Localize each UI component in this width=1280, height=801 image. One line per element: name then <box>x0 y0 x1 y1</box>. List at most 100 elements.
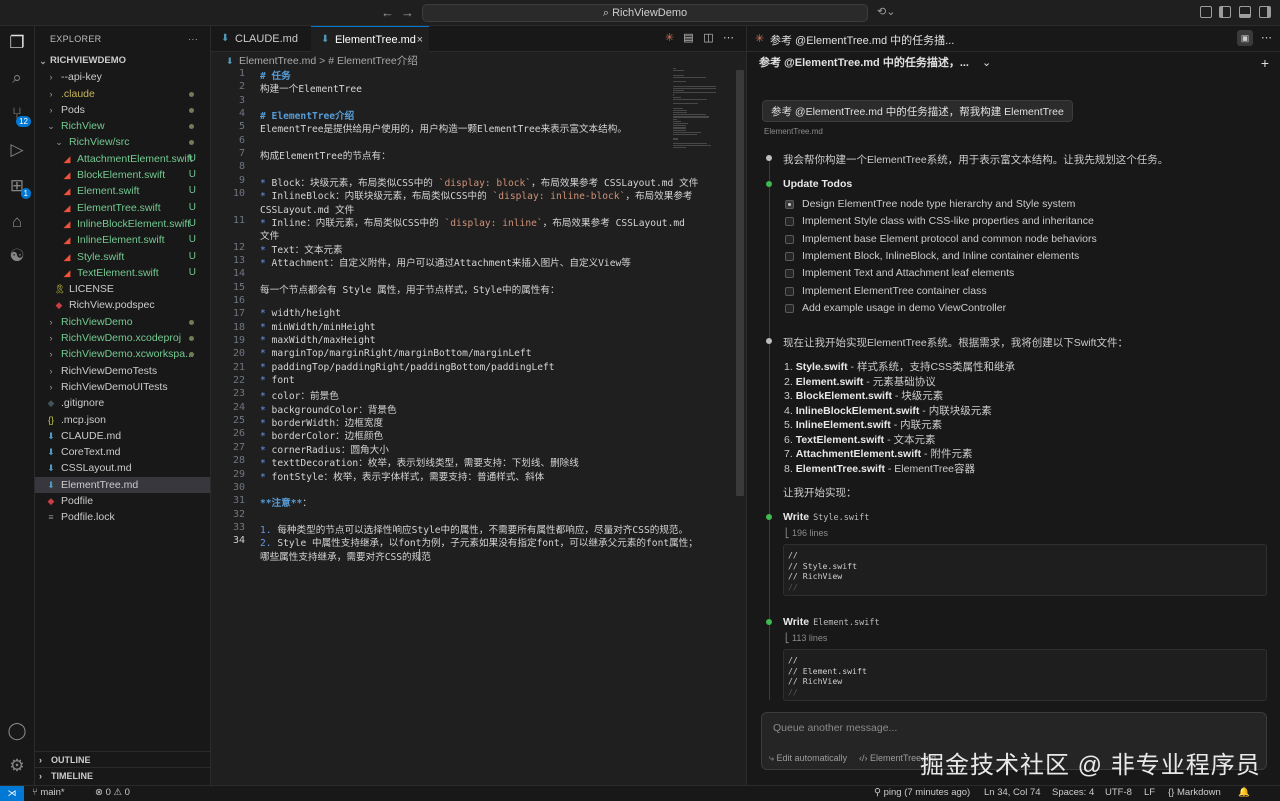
python-icon[interactable]: ☯ <box>6 245 28 267</box>
tree-item[interactable]: › RichViewDemoTests <box>35 363 210 379</box>
claude-code-icon[interactable]: ✳ <box>664 33 675 44</box>
line-count-text: 113 lines <box>792 633 828 643</box>
write-tool-header[interactable]: Write Element.swift <box>783 616 880 628</box>
tree-item[interactable]: ⌄ RichView/src <box>35 134 210 150</box>
chat-tab-title[interactable]: 参考 @ElementTree.md 中的任务描... <box>770 32 954 48</box>
command-center-search[interactable]: ⌕ RichViewDemo <box>422 4 868 22</box>
tree-item[interactable]: ≡ Podfile.lock <box>35 509 210 525</box>
source-control-icon[interactable]: ⑂ 12 <box>6 103 31 127</box>
write-code-preview[interactable]: //// Element.swift// RichView// <box>783 649 1267 701</box>
todo-checkbox[interactable] <box>785 286 794 296</box>
tree-item[interactable]: › .claude <box>35 86 210 102</box>
cursor-position[interactable]: Ln 34, Col 74 <box>984 787 1041 798</box>
toggle-panel-icon[interactable] <box>1239 6 1251 18</box>
toggle-secondary-sidebar-icon[interactable] <box>1259 6 1271 18</box>
tree-item[interactable]: › RichViewDemo.xcworkspa... <box>35 346 210 362</box>
plan-item: 1. Style.swift - 样式系统，支持CSS类属性和继承 <box>784 359 1015 374</box>
customize-layout-icon[interactable] <box>1200 6 1212 18</box>
todo-checkbox[interactable] <box>785 200 794 209</box>
open-preview-icon[interactable]: ▤ <box>683 33 694 44</box>
more-actions-icon[interactable]: ⋯ <box>1261 31 1272 44</box>
minimap-line <box>673 147 687 149</box>
encoding[interactable]: UTF-8 <box>1105 787 1132 798</box>
toggle-sidebar-icon[interactable] <box>1219 6 1231 18</box>
write-tool-header[interactable]: Write Style.swift <box>783 511 869 523</box>
forward-arrow-icon[interactable]: → <box>401 5 414 20</box>
tree-item[interactable]: ◢ Element.swift U <box>35 183 210 199</box>
account-icon[interactable]: ◯ <box>6 720 28 742</box>
line-number: 28 <box>232 455 245 467</box>
lock-icon[interactable]: ▣ <box>1237 30 1253 46</box>
end-of-line[interactable]: LF <box>1144 787 1155 798</box>
tree-item[interactable]: {} .mcp.json <box>35 412 210 428</box>
tree-item-label: .mcp.json <box>61 413 106 426</box>
ping-status[interactable]: ⚲ ping (7 minutes ago) <box>874 787 970 798</box>
write-code-preview[interactable]: //// Style.swift// RichView// <box>783 544 1267 596</box>
workspace-root[interactable]: ⌄ RICHVIEWDEMO <box>35 53 210 69</box>
tree-item[interactable]: › RichViewDemoUITests <box>35 379 210 395</box>
extensions-icon[interactable]: ⊞ 1 <box>6 175 31 199</box>
tree-item[interactable]: 🎗 LICENSE <box>35 281 210 297</box>
run-debug-icon[interactable]: ▷ <box>6 139 28 161</box>
plan-item: 7. AttachmentElement.swift - 附件元素 <box>784 446 972 461</box>
tree-item[interactable]: ◢ InlineBlockElement.swift U <box>35 216 210 232</box>
more-actions-icon[interactable]: ⋯ <box>723 33 734 44</box>
tree-item[interactable]: ◢ BlockElement.swift U <box>35 167 210 183</box>
branch-indicator[interactable]: ⑂ main* <box>32 787 65 798</box>
tree-item[interactable]: › RichViewDemo <box>35 314 210 330</box>
line-number: 16 <box>232 294 245 306</box>
code-preview-line: // Element.swift <box>788 665 867 676</box>
tree-item[interactable]: ◆ Podfile <box>35 493 210 509</box>
tree-item[interactable]: ◢ TextElement.swift U <box>35 265 210 281</box>
copilot-icon[interactable]: ⟲⌄ <box>877 5 895 18</box>
tab-elementtree-md[interactable]: ⬇ ElementTree.md × <box>311 26 429 52</box>
tree-item[interactable]: › RichViewDemo.xcodeproj <box>35 330 210 346</box>
tree-item[interactable]: ◢ InlineElement.swift U <box>35 232 210 248</box>
language-mode[interactable]: {} Markdown <box>1168 787 1221 798</box>
remote-indicator-icon[interactable]: ⋊ <box>0 786 24 801</box>
tree-item[interactable]: ⬇ ElementTree.md <box>35 476 210 494</box>
markdown-file-icon: ⬇ <box>47 479 55 490</box>
line-number: 13 <box>232 254 245 266</box>
tree-item[interactable]: ◢ Style.swift U <box>35 249 210 265</box>
tab-claude-md[interactable]: ⬇ CLAUDE.md <box>211 26 311 52</box>
problems-indicator[interactable]: ⊗ 0 ⚠ 0 <box>95 787 130 798</box>
tree-item[interactable]: ⬇ CLAUDE.md <box>35 428 210 444</box>
edit-mode-toggle[interactable]: ⤷ Edit automatically <box>769 753 847 764</box>
conversation-header[interactable]: 参考 @ElementTree.md 中的任务描述，... ⌄ + <box>747 52 1280 74</box>
timeline-section[interactable]: › TIMELINE <box>35 767 211 783</box>
minimap[interactable] <box>673 68 733 149</box>
title-bar: ← → ⌕ RichViewDemo ⟲⌄ <box>0 0 1280 26</box>
chevron-down-icon[interactable]: ⌄ <box>982 57 991 69</box>
todo-checkbox[interactable] <box>785 269 794 279</box>
breadcrumb-file[interactable]: ElementTree.md <box>239 55 316 67</box>
tree-item[interactable]: ⬇ CoreText.md <box>35 444 210 460</box>
tree-item[interactable]: ⬇ CSSLayout.md <box>35 460 210 476</box>
todo-checkbox[interactable] <box>785 303 794 313</box>
new-chat-plus-icon[interactable]: + <box>1261 52 1269 74</box>
tree-item[interactable]: › Pods <box>35 102 210 118</box>
tree-item[interactable]: ◢ ElementTree.swift U <box>35 200 210 216</box>
outline-section[interactable]: › OUTLINE <box>35 751 211 767</box>
indentation[interactable]: Spaces: 4 <box>1052 787 1094 798</box>
todo-checkbox[interactable] <box>785 251 794 261</box>
explorer-icon[interactable]: ❐ <box>6 32 28 54</box>
more-actions-icon[interactable]: ··· <box>188 26 198 52</box>
search-icon[interactable]: ⌕ <box>6 67 28 89</box>
todo-checkbox[interactable] <box>785 234 794 244</box>
breadcrumb-section[interactable]: # ElementTree介绍 <box>328 55 417 67</box>
close-icon[interactable]: × <box>417 27 423 53</box>
todo-checkbox[interactable] <box>785 217 794 227</box>
tree-item[interactable]: ◆ RichView.podspec <box>35 297 210 313</box>
close-icon[interactable]: × <box>938 32 944 44</box>
editor-scrollbar[interactable] <box>736 70 744 496</box>
tree-item[interactable]: › --api-key <box>35 69 210 85</box>
split-editor-icon[interactable]: ◫ <box>703 33 714 44</box>
tree-item[interactable]: ◆ .gitignore <box>35 395 210 411</box>
notifications-bell-icon[interactable]: 🔔 <box>1238 787 1250 798</box>
tree-item[interactable]: ⌄ RichView <box>35 118 210 134</box>
back-arrow-icon[interactable]: ← <box>381 5 394 20</box>
remote-explorer-icon[interactable]: ⌂ <box>6 211 28 233</box>
settings-gear-icon[interactable]: ⚙ <box>6 755 28 777</box>
tree-item[interactable]: ◢ AttachmentElement.swift U <box>35 151 210 167</box>
